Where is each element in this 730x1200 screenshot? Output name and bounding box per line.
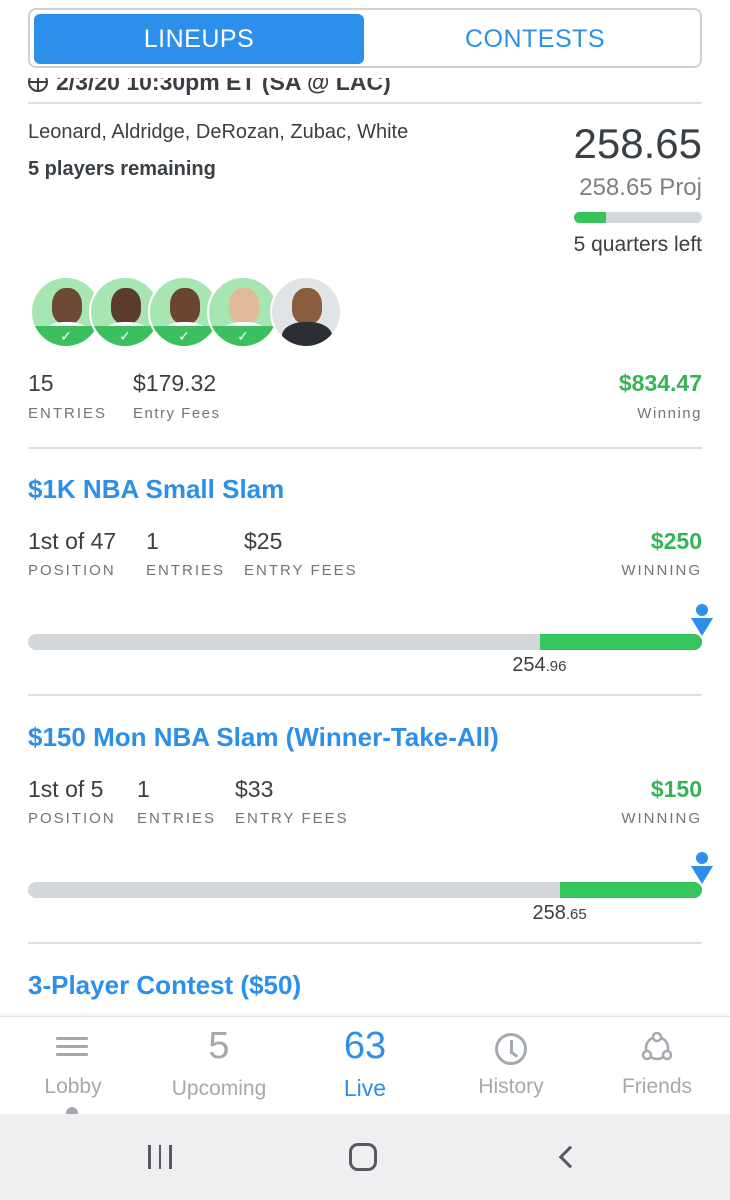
- bottom-nav: Lobby 5 Upcoming 63 Live History Friends: [0, 1016, 730, 1119]
- lineup-players: Leonard, Aldridge, DeRozan, Zubac, White: [28, 121, 409, 143]
- clock-icon: [495, 1033, 527, 1065]
- lineup-fees-value: $179.32: [133, 370, 217, 396]
- lineup-entries-value: 15: [28, 370, 54, 396]
- nav-friends[interactable]: Friends: [584, 1017, 730, 1115]
- fees-label: ENTRY FEES: [235, 810, 349, 827]
- contest-title[interactable]: $1K NBA Small Slam: [28, 474, 284, 505]
- game-header: 2/3/20 10:30pm ET (SA @ LAC): [28, 78, 391, 96]
- recents-icon[interactable]: [144, 1138, 176, 1176]
- nav-history-label: History: [478, 1075, 544, 1098]
- lineup-scroll-area[interactable]: 2/3/20 10:30pm ET (SA @ LAC) Leonard, Al…: [0, 78, 730, 1016]
- winning-value: $250: [650, 528, 702, 554]
- divider: [28, 447, 702, 449]
- standings-bar-fill: [540, 634, 702, 650]
- position-label: POSITION: [28, 562, 116, 579]
- nav-lobby[interactable]: Lobby: [0, 1017, 146, 1119]
- check-icon: ✓: [32, 326, 100, 346]
- home-icon[interactable]: [346, 1138, 380, 1176]
- fees-value: $25: [244, 528, 283, 554]
- contest-title[interactable]: 3-Player Contest ($50): [28, 970, 301, 1001]
- winning-label: WINNING: [621, 810, 702, 827]
- back-icon[interactable]: [552, 1138, 582, 1176]
- divider: [28, 102, 702, 104]
- entries-value: 1: [137, 776, 150, 802]
- game-date: 2/3/20 10:30pm ET (SA @ LAC): [56, 78, 391, 95]
- lineup-winning-label: Winning: [637, 405, 702, 422]
- system-nav-bar: [0, 1114, 730, 1200]
- list-icon: [56, 1037, 88, 1063]
- nav-friends-label: Friends: [621, 1075, 693, 1098]
- fees-value: $33: [235, 776, 274, 802]
- players-remaining: 5 players remaining: [28, 158, 216, 180]
- check-icon: ✓: [150, 326, 218, 346]
- entries-label: ENTRIES: [146, 562, 226, 579]
- quarters-left: 5 quarters left: [573, 233, 702, 256]
- user-position-icon: [690, 852, 714, 886]
- contest-score: 254.96: [512, 654, 567, 676]
- upcoming-count: 5: [208, 1025, 230, 1067]
- winning-value: $150: [650, 776, 702, 802]
- basketball-icon: [28, 78, 48, 92]
- lineup-entries-label: ENTRIES: [28, 405, 108, 422]
- game-progress-fill: [574, 212, 606, 223]
- divider: [28, 694, 702, 696]
- winning-label: WINNING: [621, 562, 702, 579]
- lineup-score: 258.65: [573, 120, 702, 167]
- fees-label: ENTRY FEES: [244, 562, 358, 579]
- live-count: 63: [343, 1025, 387, 1067]
- nav-upcoming-label: Upcoming: [171, 1077, 267, 1100]
- lineup-winning-value: $834.47: [618, 370, 702, 396]
- standings-bar-fill: [560, 882, 702, 898]
- nav-upcoming[interactable]: 5 Upcoming: [146, 1017, 292, 1115]
- position-value: 1st of 47: [28, 528, 117, 554]
- lineup-projection: 258.65 Proj: [579, 174, 702, 201]
- friends-icon: [641, 1031, 673, 1061]
- check-icon: ✓: [91, 326, 159, 346]
- user-position-icon: [690, 604, 714, 638]
- position-value: 1st of 5: [28, 776, 104, 802]
- entries-label: ENTRIES: [137, 810, 217, 827]
- nav-live-label: Live: [343, 1075, 387, 1101]
- divider: [28, 942, 702, 944]
- tab-lineups[interactable]: LINEUPS: [34, 14, 364, 64]
- check-icon: ✓: [209, 326, 277, 346]
- contest-score: 258.65: [532, 902, 587, 924]
- view-switcher: LINEUPS CONTESTS: [28, 8, 702, 68]
- player-avatar[interactable]: ✓: [207, 276, 279, 348]
- nav-live[interactable]: 63 Live: [292, 1017, 438, 1115]
- entries-value: 1: [146, 528, 159, 554]
- position-label: POSITION: [28, 810, 116, 827]
- lineup-fees-label: Entry Fees: [133, 405, 221, 422]
- contest-title[interactable]: $150 Mon NBA Slam (Winner-Take-All): [28, 722, 499, 753]
- tab-contests[interactable]: CONTESTS: [370, 14, 700, 64]
- nav-history[interactable]: History: [438, 1017, 584, 1115]
- game-progress-bar: [574, 212, 702, 223]
- player-avatar[interactable]: [270, 276, 342, 348]
- nav-lobby-label: Lobby: [44, 1075, 102, 1098]
